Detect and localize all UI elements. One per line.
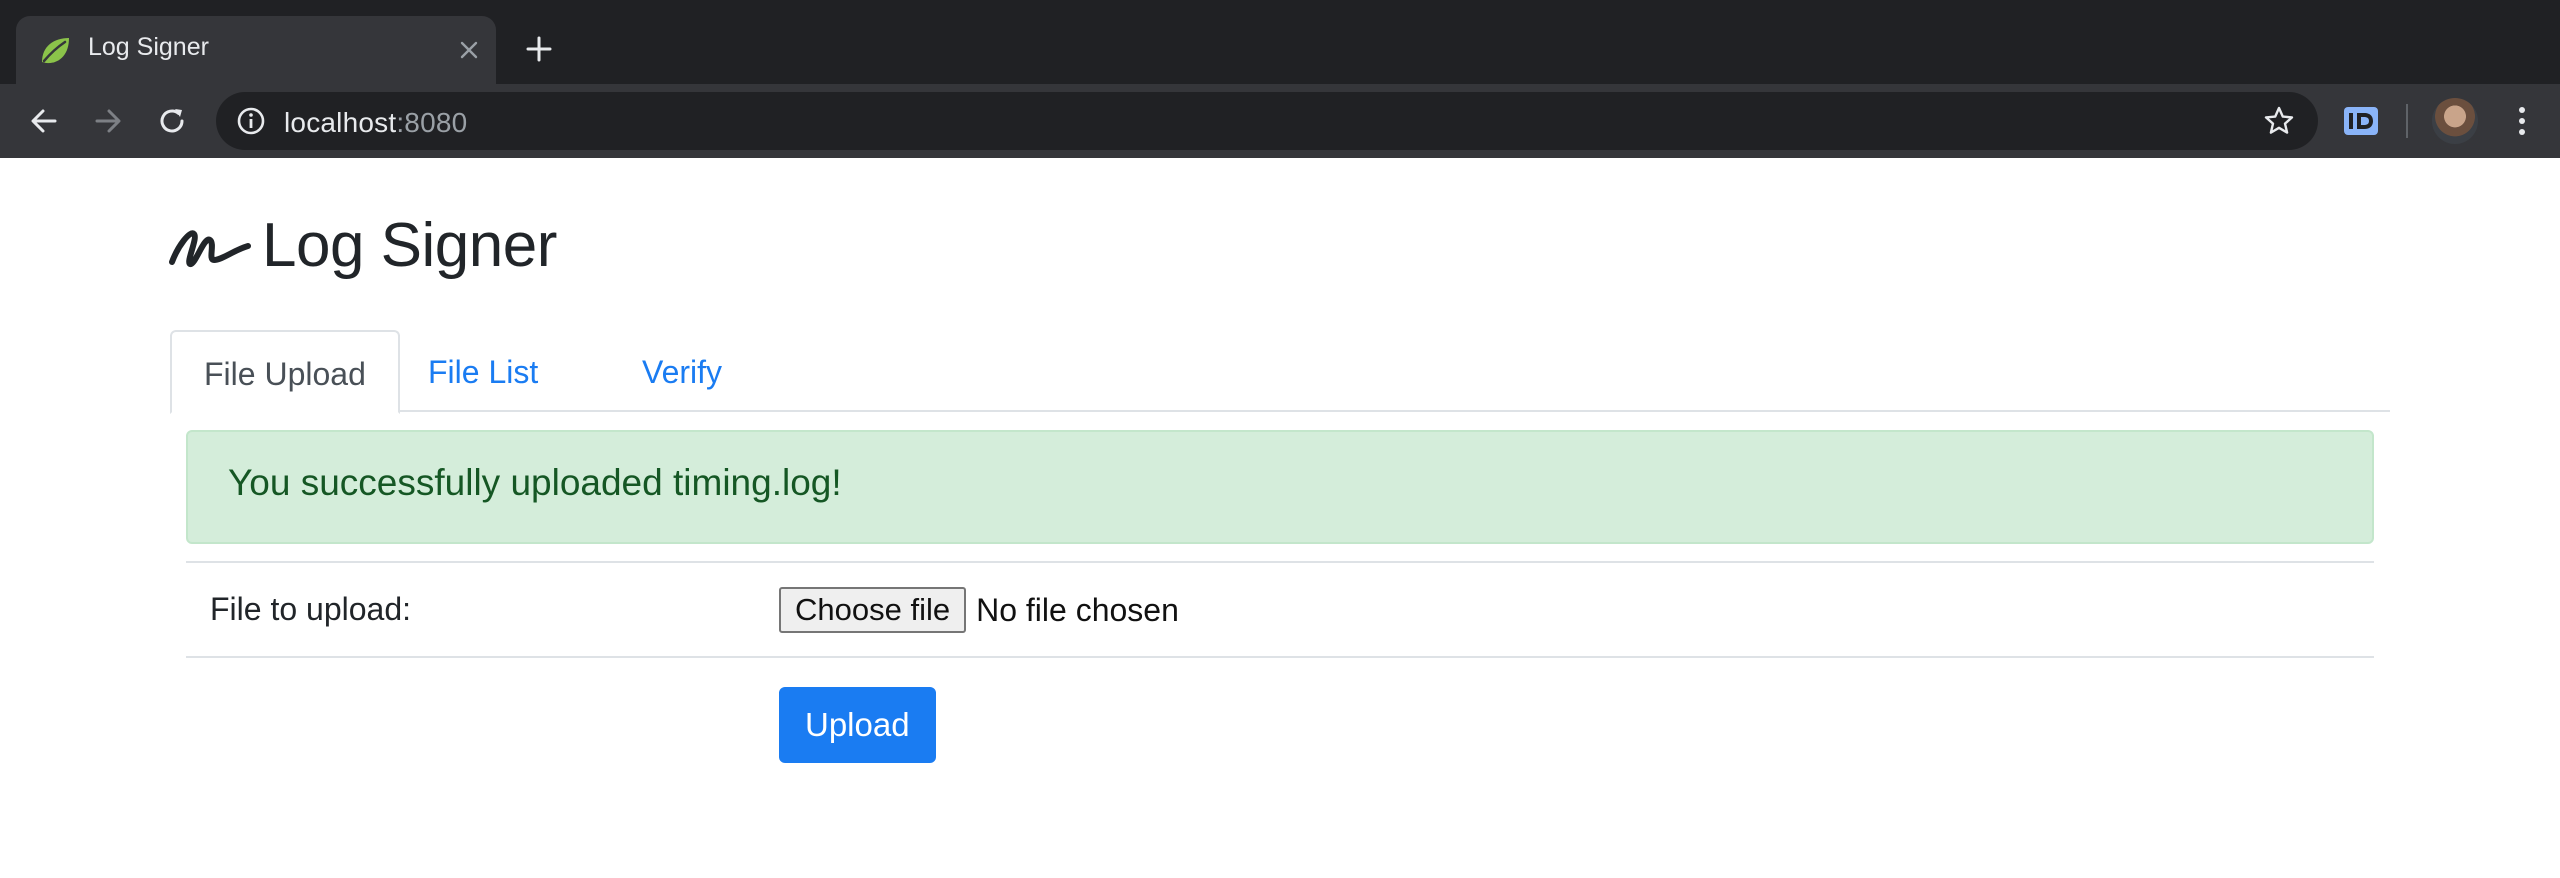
tab-file-upload[interactable]: File Upload <box>170 330 400 414</box>
no-file-chosen-text: No file chosen <box>976 591 1179 628</box>
tab-file-list[interactable]: File List <box>396 330 570 414</box>
table-divider <box>186 656 2374 658</box>
avatar[interactable] <box>2432 98 2478 144</box>
plus-icon[interactable] <box>518 28 560 70</box>
browser-tab[interactable]: Log Signer <box>16 16 496 84</box>
tab-title: Log Signer <box>88 33 209 61</box>
nav-tabs: File Upload File List Verify <box>170 330 2390 414</box>
url-port: :8080 <box>396 107 468 138</box>
file-to-upload-label: File to upload: <box>210 591 412 627</box>
close-icon[interactable] <box>448 29 490 71</box>
choose-file-button[interactable]: Choose file <box>779 587 967 633</box>
tab-verify[interactable]: Verify <box>610 330 754 414</box>
page-title: Log Signer <box>262 211 557 280</box>
reload-icon[interactable] <box>150 99 194 143</box>
arrow-right-icon[interactable] <box>86 99 130 143</box>
brand-header: Log Signer <box>168 210 557 281</box>
file-input[interactable]: Choose file No file chosen <box>779 587 1179 633</box>
success-alert: You successfully uploaded timing.log! <box>186 430 2374 544</box>
info-icon[interactable] <box>236 106 266 136</box>
arrow-left-icon[interactable] <box>22 99 66 143</box>
browser-toolbar: localhost:8080 <box>0 84 2560 158</box>
toolbar-separator <box>2406 104 2408 138</box>
upload-button[interactable]: Upload <box>779 687 936 763</box>
alert-message: You successfully uploaded timing.log! <box>228 462 842 503</box>
browser-tab-strip: Log Signer <box>0 0 2560 84</box>
spring-leaf-icon <box>42 38 69 64</box>
table-divider <box>186 561 2374 563</box>
kebab-menu-icon[interactable] <box>2500 99 2544 143</box>
id-extension-icon[interactable] <box>2342 104 2380 138</box>
address-bar[interactable]: localhost:8080 <box>216 92 2318 150</box>
url-text[interactable]: localhost:8080 <box>284 107 467 139</box>
signature-icon <box>169 229 251 267</box>
star-icon[interactable] <box>2262 104 2296 138</box>
page-content: Log Signer File Upload File List Verify … <box>0 158 2560 878</box>
url-host: localhost <box>284 107 397 138</box>
